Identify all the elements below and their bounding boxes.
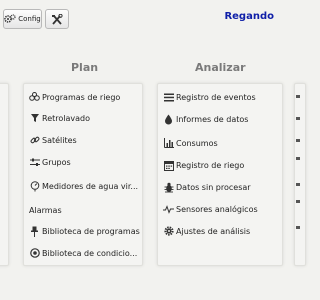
config-button[interactable]: Config [3,9,42,29]
right-panel-icon [296,157,300,160]
wave-icon [163,204,174,215]
menu-item-irrigation-programs[interactable]: Programas de riego [29,90,120,104]
menu-item-label: Retrolavado [42,113,90,123]
bar-chart-icon [163,138,174,149]
plan-heading: Plan [71,61,99,74]
menu-item-label: Satélites [42,135,77,145]
menu-item-analysis-settings[interactable]: Ajustes de análisis [163,224,250,238]
top-toolbar: Config Regando [0,0,300,32]
right-panel-icon [296,117,300,120]
meter-icon [29,180,40,192]
menu-item-backwash[interactable]: Retrolavado [29,111,90,125]
analyze-heading: Analizar [195,61,246,74]
list-icon [163,92,174,103]
plan-panel: Programas de riego Retrolavado Satélites… [23,83,143,266]
menu-item-label: Biblioteca de condicio... [42,248,138,258]
menu-item-label: Consumos [176,138,218,148]
right-panel-icon [296,200,300,203]
menu-item-event-log[interactable]: Registro de eventos [163,90,256,104]
menu-item-data-reports[interactable]: Informes de datos [163,112,248,126]
right-panel-icon [296,139,300,142]
gear-icon [163,226,174,237]
menu-item-analog-sensors[interactable]: Sensores analógicos [163,202,258,216]
gears-icon [4,14,16,24]
menu-item-label: Programas de riego [42,92,121,102]
menu-item-label: Sensores analógicos [176,204,258,214]
menu-item-raw-data[interactable]: Datos sin procesar [163,180,251,194]
menu-item-consumption[interactable]: Consumos [163,136,218,150]
analyze-panel: Registro de eventos Informes de datos Co… [157,83,283,266]
alarms-section-label[interactable]: Alarmas [29,206,62,215]
right-panel-icon [296,183,300,186]
right-panel-icon [296,95,300,98]
menu-item-label: Biblioteca de programas [42,226,140,236]
tools-icon [51,13,63,25]
right-panel-icon [296,226,300,229]
sliders-icon [29,157,40,168]
pin-icon [29,226,40,237]
tools-button[interactable] [45,9,69,29]
left-partial-panel [0,83,9,266]
menu-item-satellites[interactable]: Satélites [29,133,77,147]
menu-item-label: Grupos [42,157,71,167]
calendar-icon [163,160,174,171]
target-icon [29,248,40,259]
menu-item-label: Ajustes de análisis [176,226,251,236]
menu-item-groups[interactable]: Grupos [29,155,71,169]
menu-item-label: Registro de eventos [176,92,256,102]
config-button-label: Config [18,15,41,23]
link-icon [29,135,40,146]
menu-item-condition-library[interactable]: Biblioteca de condicio... [29,246,137,260]
menu-item-label: Datos sin procesar [176,182,251,192]
menu-item-program-library[interactable]: Biblioteca de programas [29,224,140,238]
menu-item-irrigation-log[interactable]: Registro de riego [163,158,244,172]
drop-icon [163,114,174,125]
right-partial-panel [294,83,306,266]
menu-item-label: Informes de datos [176,114,249,124]
irrigation-status: Regando [224,11,274,22]
menu-item-label: Registro de riego [176,160,245,170]
menu-item-virtual-water-meters[interactable]: Medidores de agua vir... [29,179,138,193]
funnel-icon [29,113,40,124]
menu-item-label: Medidores de agua vir... [42,181,139,191]
drops-icon [29,92,40,103]
bug-icon [163,182,174,193]
